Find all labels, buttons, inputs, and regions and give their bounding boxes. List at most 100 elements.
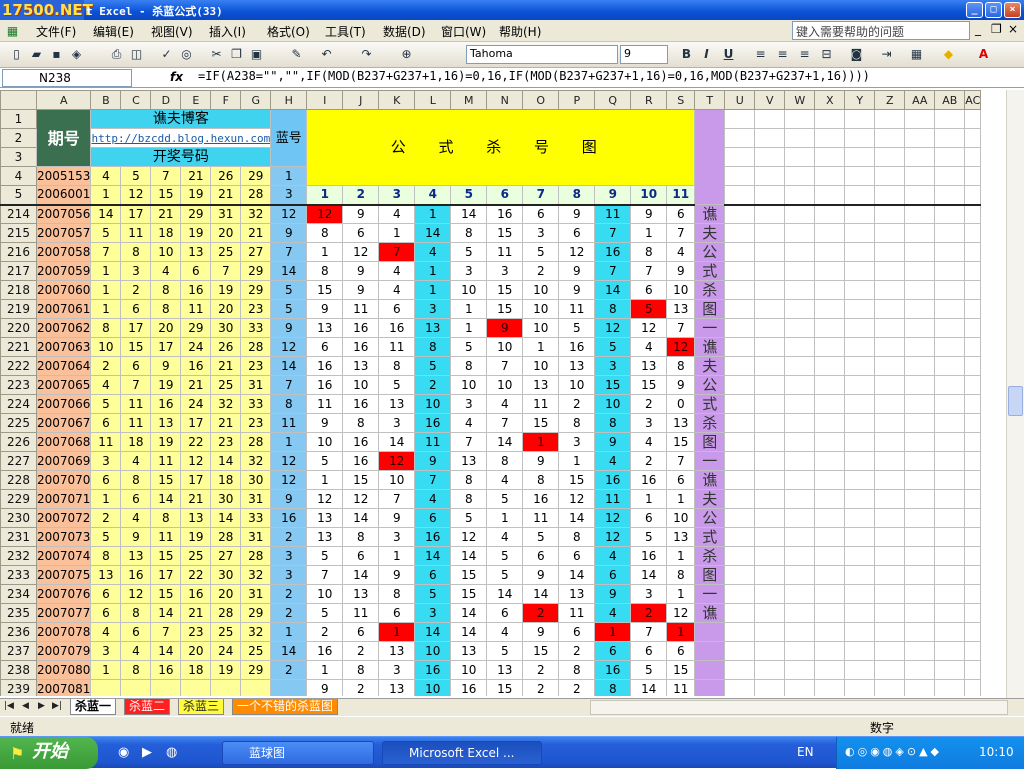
- kill-cell[interactable]: 8: [522, 470, 560, 490]
- empty-cell[interactable]: [844, 584, 876, 604]
- kill-cell[interactable]: 16: [414, 527, 452, 547]
- kill-cell[interactable]: 12: [450, 527, 488, 547]
- quicklaunch-media-icon[interactable]: ▶: [142, 745, 152, 760]
- number-cell[interactable]: 31: [240, 375, 272, 395]
- kill-cell[interactable]: 8: [594, 299, 632, 319]
- kill-cell[interactable]: 13: [666, 527, 696, 547]
- empty-cell[interactable]: [964, 394, 982, 414]
- blue-number-cell[interactable]: [270, 679, 308, 696]
- blue-number-cell[interactable]: 14: [270, 356, 308, 376]
- kill-cell[interactable]: 7: [594, 223, 632, 243]
- kill-cell[interactable]: 15: [630, 375, 668, 395]
- empty-cell[interactable]: [814, 318, 846, 338]
- empty-cell[interactable]: [874, 489, 906, 509]
- kill-cell[interactable]: 8: [450, 470, 488, 490]
- number-cell[interactable]: 20: [210, 223, 242, 243]
- row-header[interactable]: 2: [0, 128, 37, 148]
- empty-cell[interactable]: [754, 489, 786, 509]
- empty-cell[interactable]: [784, 223, 816, 243]
- kill-cell[interactable]: 7: [630, 622, 668, 642]
- empty-cell[interactable]: [784, 242, 816, 262]
- empty-cell[interactable]: [964, 337, 982, 357]
- empty-cell[interactable]: [724, 660, 756, 680]
- side-text-cell[interactable]: 夫: [694, 356, 726, 376]
- kill-cell[interactable]: 4: [486, 527, 524, 547]
- number-cell[interactable]: 8: [150, 299, 182, 319]
- blue-number-cell[interactable]: 5: [270, 299, 308, 319]
- number-cell[interactable]: 6: [90, 413, 122, 433]
- kill-cell[interactable]: 14: [486, 584, 524, 604]
- kill-cell[interactable]: 6: [378, 299, 416, 319]
- empty-cell[interactable]: [844, 299, 876, 319]
- name-box[interactable]: N238: [2, 69, 132, 87]
- kill-cell[interactable]: 16: [342, 451, 380, 471]
- row-header[interactable]: 234: [0, 584, 37, 604]
- empty-cell[interactable]: [874, 527, 906, 547]
- number-cell[interactable]: 3: [90, 641, 122, 661]
- kill-cell[interactable]: 6: [414, 565, 452, 585]
- kill-cell[interactable]: 0: [666, 394, 696, 414]
- kill-cell[interactable]: 14: [558, 508, 596, 528]
- kill-cell[interactable]: 12: [558, 489, 596, 509]
- row-header[interactable]: 228: [0, 470, 37, 490]
- menu-data[interactable]: 数据(D): [383, 23, 426, 40]
- empty-cell[interactable]: [934, 375, 966, 395]
- number-cell[interactable]: 8: [150, 280, 182, 300]
- empty-cell[interactable]: [934, 147, 966, 167]
- kill-cell[interactable]: 14: [594, 280, 632, 300]
- empty-cell[interactable]: [814, 565, 846, 585]
- empty-cell[interactable]: [934, 451, 966, 471]
- kill-cell[interactable]: 5: [630, 660, 668, 680]
- number-cell[interactable]: 4: [90, 166, 122, 186]
- kill-cell[interactable]: 3: [378, 413, 416, 433]
- empty-cell[interactable]: [964, 527, 982, 547]
- kill-cell[interactable]: 6: [594, 641, 632, 661]
- empty-cell[interactable]: [874, 584, 906, 604]
- side-text-cell[interactable]: [694, 641, 726, 661]
- column-header[interactable]: AB: [934, 90, 966, 110]
- sheet-tab-3[interactable]: 杀蓝三: [178, 699, 225, 715]
- menu-edit[interactable]: 编辑(E): [93, 23, 134, 40]
- kill-cell[interactable]: 3: [450, 394, 488, 414]
- empty-cell[interactable]: [784, 356, 816, 376]
- kill-cell[interactable]: 9: [558, 280, 596, 300]
- empty-cell[interactable]: [934, 641, 966, 661]
- empty-cell[interactable]: [844, 413, 876, 433]
- merge-center-icon[interactable]: ⊟: [818, 46, 835, 63]
- kill-cell[interactable]: 4: [450, 413, 488, 433]
- empty-cell[interactable]: [754, 394, 786, 414]
- number-cell[interactable]: 5: [90, 223, 122, 243]
- empty-cell[interactable]: [904, 166, 936, 186]
- column-header[interactable]: D: [150, 90, 182, 110]
- empty-cell[interactable]: [784, 147, 816, 167]
- number-cell[interactable]: 6: [180, 261, 212, 281]
- issue-cell[interactable]: 2007081: [35, 679, 92, 696]
- number-cell[interactable]: 12: [120, 584, 152, 604]
- italic-button[interactable]: I: [698, 46, 715, 63]
- empty-cell[interactable]: [874, 622, 906, 642]
- kill-cell[interactable]: 14: [342, 508, 380, 528]
- empty-cell[interactable]: [934, 546, 966, 566]
- column-header[interactable]: H: [270, 90, 308, 110]
- empty-cell[interactable]: [724, 356, 756, 376]
- help-search-input[interactable]: 键入需要帮助的问题: [792, 21, 970, 40]
- number-cell[interactable]: 16: [150, 660, 182, 680]
- number-cell[interactable]: 23: [210, 432, 242, 452]
- empty-cell[interactable]: [964, 413, 982, 433]
- empty-cell[interactable]: [814, 147, 846, 167]
- empty-cell[interactable]: [754, 603, 786, 623]
- doc-minimize-button[interactable]: _: [975, 22, 981, 36]
- number-cell[interactable]: 29: [240, 660, 272, 680]
- empty-cell[interactable]: [724, 337, 756, 357]
- empty-cell[interactable]: [874, 280, 906, 300]
- kill-cell[interactable]: 11: [306, 394, 344, 414]
- close-button[interactable]: ×: [1004, 2, 1021, 18]
- empty-cell[interactable]: [814, 584, 846, 604]
- kill-cell[interactable]: 1: [666, 489, 696, 509]
- number-cell[interactable]: 11: [120, 223, 152, 243]
- empty-cell[interactable]: [844, 527, 876, 547]
- empty-cell[interactable]: [934, 413, 966, 433]
- empty-cell[interactable]: [814, 660, 846, 680]
- empty-cell[interactable]: [874, 128, 906, 148]
- number-cell[interactable]: 3: [90, 451, 122, 471]
